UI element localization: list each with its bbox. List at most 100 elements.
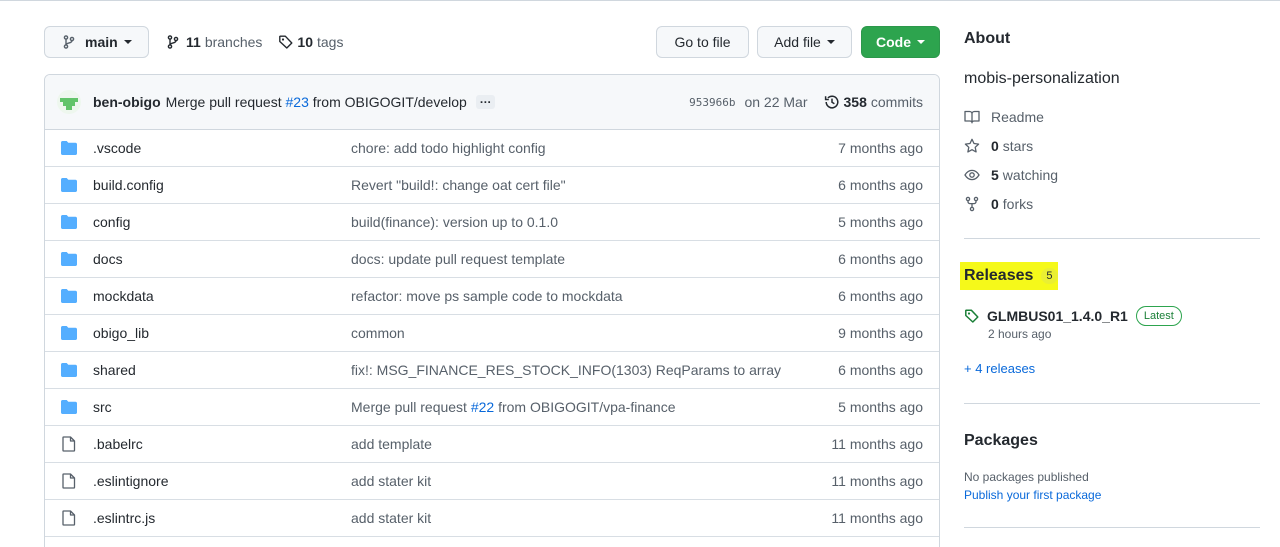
latest-release[interactable]: GLMBUS01_1.4.0_R1 Latest xyxy=(964,306,1182,326)
file-rows: .vscode chore: add todo highlight config 7… xyxy=(45,130,939,537)
file-name-link[interactable]: mockdata xyxy=(93,288,351,304)
chevron-down-icon xyxy=(917,40,925,44)
folder-icon xyxy=(61,177,77,193)
commit-history-link[interactable]: 358 commits xyxy=(824,94,923,110)
commit-count-label: commits xyxy=(870,94,923,110)
avatar[interactable] xyxy=(57,90,81,114)
file-commit-message[interactable]: common xyxy=(351,325,838,341)
file-age: 6 months ago xyxy=(838,288,923,304)
commit-author[interactable]: ben-obigo xyxy=(93,94,161,110)
file-row[interactable]: shared fix!: MSG_FINANCE_RES_STOCK_INFO(1… xyxy=(45,352,939,389)
forks-link[interactable]: 0 forks xyxy=(964,196,1033,212)
file-commit-message[interactable]: add stater kit xyxy=(351,510,831,526)
file-row[interactable]: build.config Revert "build!: change oat c… xyxy=(45,167,939,204)
add-file-button[interactable]: Add file xyxy=(757,26,852,58)
file-name-link[interactable]: .eslintignore xyxy=(93,473,351,489)
tags-link[interactable]: 10 tags xyxy=(278,34,343,50)
file-name-link[interactable]: .babelrc xyxy=(93,436,351,452)
file-commit-message[interactable]: chore: add todo highlight config xyxy=(351,140,838,156)
file-age: 6 months ago xyxy=(838,177,923,193)
file-name-link[interactable]: .vscode xyxy=(93,140,351,156)
file-name-link[interactable]: docs xyxy=(93,251,351,267)
commit-message-suffix: from OBIGOGIT/develop xyxy=(312,94,467,110)
top-border xyxy=(0,0,1280,1)
file-age: 5 months ago xyxy=(838,399,923,415)
file-commit-pr-link[interactable]: #22 xyxy=(471,399,494,415)
file-icon xyxy=(61,436,77,452)
folder-icon xyxy=(61,399,77,415)
packages-title[interactable]: Packages xyxy=(964,432,1038,450)
no-packages-text: No packages published xyxy=(964,470,1089,484)
sidebar-divider xyxy=(964,238,1260,239)
folder-shape xyxy=(61,289,77,303)
releases-heading[interactable]: Releases 5 xyxy=(960,262,1058,290)
file-row[interactable]: .vscode chore: add todo highlight config 7… xyxy=(45,130,939,167)
file-row[interactable]: mockdata refactor: move ps sample code to… xyxy=(45,278,939,315)
tag-icon xyxy=(279,35,293,49)
code-label: Code xyxy=(876,34,911,50)
add-file-label: Add file xyxy=(774,34,821,50)
folder-icon xyxy=(61,288,77,304)
file-commit-message[interactable]: add template xyxy=(351,436,831,452)
chevron-down-icon xyxy=(123,40,132,44)
file-name-link[interactable]: config xyxy=(93,214,351,230)
folder-shape xyxy=(61,252,77,266)
file-row[interactable]: .babelrc add template 11 months ago xyxy=(45,426,939,463)
go-to-file-button[interactable]: Go to file xyxy=(656,26,749,58)
latest-badge: Latest xyxy=(1135,306,1182,326)
file-commit-message[interactable]: docs: update pull request template xyxy=(351,251,838,267)
commit-date[interactable]: on 22 Mar xyxy=(744,94,807,110)
file-commit-suffix: from OBIGOGIT/vpa-finance xyxy=(498,399,676,415)
folder-icon xyxy=(61,140,77,156)
folder-icon xyxy=(61,362,77,378)
file-name-link[interactable]: shared xyxy=(93,362,351,378)
file-commit-message[interactable]: add stater kit xyxy=(351,473,831,489)
expand-commit-button[interactable]: … xyxy=(475,93,495,109)
file-name-link[interactable]: .eslintrc.js xyxy=(93,510,351,526)
readme-link[interactable]: Readme xyxy=(964,109,1044,125)
file-commit-message[interactable]: Merge pull request #22 from OBIGOGIT/vpa… xyxy=(351,399,838,415)
file-commit-message[interactable]: refactor: move ps sample code to mockdat… xyxy=(351,288,838,304)
file-row[interactable]: docs docs: update pull request template 6 … xyxy=(45,241,939,278)
file-list: ben-obigo Merge pull request #23 from OB… xyxy=(44,74,940,547)
watching-link[interactable]: 5 watching xyxy=(964,167,1058,183)
code-button[interactable]: Code xyxy=(861,26,940,58)
commit-sha[interactable]: 953966b xyxy=(689,96,735,109)
stars-link[interactable]: 0 stars xyxy=(964,138,1033,154)
branches-label: branches xyxy=(204,34,263,50)
branch-select-button[interactable]: main xyxy=(44,26,149,58)
watching-count: 5 xyxy=(991,167,999,183)
file-name-link[interactable]: obigo_lib xyxy=(93,325,351,341)
file-row[interactable]: config build(finance): version up to 0.1.… xyxy=(45,204,939,241)
folder-icon xyxy=(61,325,77,341)
file-row[interactable]: src Merge pull request #22 from OBIGOGIT/… xyxy=(45,389,939,426)
file-commit-message[interactable]: Revert "build!: change oat cert file" xyxy=(351,177,838,193)
repo-toolbar: main 11 branches 10 tags Go to file Add … xyxy=(44,26,940,58)
file-row[interactable]: obigo_lib common 9 months ago xyxy=(45,315,939,352)
star-icon xyxy=(964,138,980,153)
file-icon xyxy=(61,473,77,489)
file-row[interactable]: .eslintignore add stater kit 11 months ago xyxy=(45,463,939,500)
folder-shape xyxy=(61,215,77,229)
releases-count-badge: 5 xyxy=(1041,268,1058,284)
stars-label: stars xyxy=(1002,138,1034,154)
chevron-down-icon xyxy=(826,40,835,44)
git-branch-icon xyxy=(63,35,75,49)
commit-message-prefix: Merge pull request xyxy=(165,94,282,110)
more-releases-link[interactable]: + 4 releases xyxy=(964,361,1035,376)
file-commit-message[interactable]: build(finance): version up to 0.1.0 xyxy=(351,214,838,230)
branches-link[interactable]: 11 branches xyxy=(165,34,262,50)
commit-message[interactable]: Merge pull request #23 from OBIGOGIT/dev… xyxy=(166,94,467,110)
eye-icon xyxy=(964,169,980,181)
releases-title: Releases xyxy=(964,267,1034,284)
file-name-link[interactable]: src xyxy=(93,399,351,415)
file-name-link[interactable]: build.config xyxy=(93,177,351,193)
file-commit-message[interactable]: fix!: MSG_FINANCE_RES_STOCK_INFO(1303) R… xyxy=(351,362,838,378)
commit-pr-link[interactable]: #23 xyxy=(286,94,309,110)
file-row[interactable]: .eslintrc.js add stater kit 11 months ago xyxy=(45,500,939,537)
publish-package-link[interactable]: Publish your first package xyxy=(964,488,1101,502)
file-commit-prefix: Merge pull request xyxy=(351,399,467,415)
file-age: 11 months ago xyxy=(831,510,923,526)
file-icon xyxy=(61,510,77,526)
file-age: 6 months ago xyxy=(838,362,923,378)
